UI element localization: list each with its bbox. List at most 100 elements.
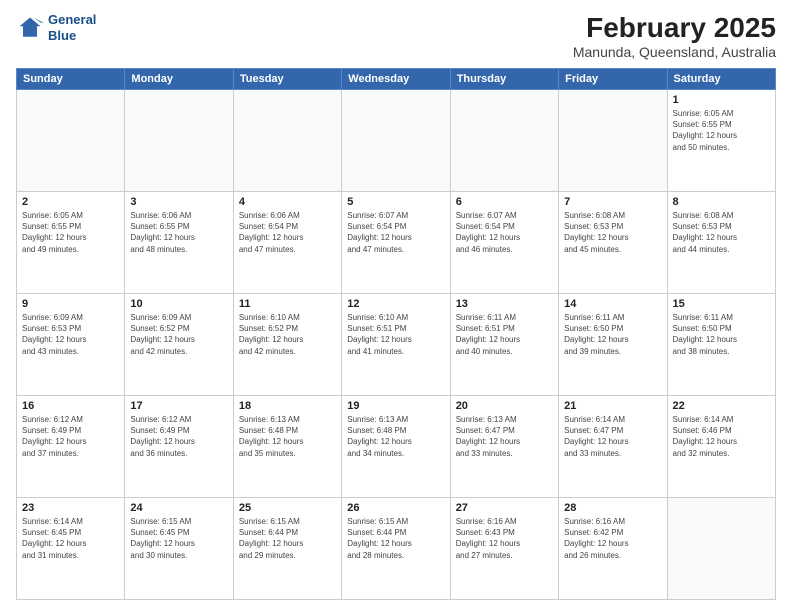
day-number: 11 — [239, 298, 336, 310]
calendar-cell: 22 Sunrise: 6:14 AM Sunset: 6:46 PM Dayli… — [667, 396, 775, 498]
day-number: 18 — [239, 400, 336, 412]
calendar-cell: 14Sunrise: 6:11 AM Sunset: 6:50 PM Dayli… — [559, 294, 667, 396]
calendar-cell: 27 Sunrise: 6:16 AM Sunset: 6:43 PM Dayli… — [450, 498, 558, 600]
day-number: 1 — [673, 94, 770, 106]
calendar-cell: 19 Sunrise: 6:13 AM Sunset: 6:48 PM Dayli… — [342, 396, 450, 498]
calendar-cell: 3 Sunrise: 6:06 AM Sunset: 6:55 PM Daylig… — [125, 192, 233, 294]
header: General Blue February 2025 Manunda, Quee… — [16, 12, 776, 60]
calendar-header-thursday: Thursday — [450, 69, 558, 90]
calendar-header-row: SundayMondayTuesdayWednesdayThursdayFrid… — [17, 69, 776, 90]
day-info: Sunrise: 6:14 AM Sunset: 6:45 PM Dayligh… — [22, 516, 119, 561]
title-block: February 2025 Manunda, Queensland, Austr… — [573, 12, 776, 60]
calendar-cell: 12 Sunrise: 6:10 AM Sunset: 6:51 PM Dayli… — [342, 294, 450, 396]
day-info: Sunrise: 6:09 AM Sunset: 6:52 PM Dayligh… — [130, 312, 227, 357]
calendar-cell: 10Sunrise: 6:09 AM Sunset: 6:52 PM Dayli… — [125, 294, 233, 396]
calendar-cell: 9 Sunrise: 6:09 AM Sunset: 6:53 PM Daylig… — [17, 294, 125, 396]
logo: General Blue — [16, 12, 96, 43]
day-info: Sunrise: 6:06 AM Sunset: 6:54 PM Dayligh… — [239, 210, 336, 255]
day-info: Sunrise: 6:10 AM Sunset: 6:52 PM Dayligh… — [239, 312, 336, 357]
day-number: 28 — [564, 502, 661, 514]
day-info: Sunrise: 6:12 AM Sunset: 6:49 PM Dayligh… — [22, 414, 119, 459]
calendar-cell: 11 Sunrise: 6:10 AM Sunset: 6:52 PM Dayli… — [233, 294, 341, 396]
day-number: 17 — [130, 400, 227, 412]
calendar-cell: 13 Sunrise: 6:11 AM Sunset: 6:51 PM Dayli… — [450, 294, 558, 396]
calendar-cell — [450, 90, 558, 192]
calendar-week-4: 23Sunrise: 6:14 AM Sunset: 6:45 PM Dayli… — [17, 498, 776, 600]
page: General Blue February 2025 Manunda, Quee… — [0, 0, 792, 612]
day-info: Sunrise: 6:11 AM Sunset: 6:50 PM Dayligh… — [673, 312, 770, 357]
day-number: 7 — [564, 196, 661, 208]
day-info: Sunrise: 6:15 AM Sunset: 6:45 PM Dayligh… — [130, 516, 227, 561]
day-number: 8 — [673, 196, 770, 208]
day-number: 9 — [22, 298, 119, 310]
day-info: Sunrise: 6:07 AM Sunset: 6:54 PM Dayligh… — [347, 210, 444, 255]
day-number: 27 — [456, 502, 553, 514]
day-info: Sunrise: 6:16 AM Sunset: 6:42 PM Dayligh… — [564, 516, 661, 561]
day-number: 5 — [347, 196, 444, 208]
day-number: 16 — [22, 400, 119, 412]
calendar-week-2: 9 Sunrise: 6:09 AM Sunset: 6:53 PM Daylig… — [17, 294, 776, 396]
calendar-cell: 17 Sunrise: 6:12 AM Sunset: 6:49 PM Dayli… — [125, 396, 233, 498]
day-info: Sunrise: 6:14 AM Sunset: 6:46 PM Dayligh… — [673, 414, 770, 459]
calendar-cell: 2 Sunrise: 6:05 AM Sunset: 6:55 PM Daylig… — [17, 192, 125, 294]
day-number: 6 — [456, 196, 553, 208]
day-number: 15 — [673, 298, 770, 310]
calendar-table: SundayMondayTuesdayWednesdayThursdayFrid… — [16, 68, 776, 600]
day-number: 3 — [130, 196, 227, 208]
day-number: 25 — [239, 502, 336, 514]
day-info: Sunrise: 6:06 AM Sunset: 6:55 PM Dayligh… — [130, 210, 227, 255]
day-number: 20 — [456, 400, 553, 412]
calendar-cell: 7 Sunrise: 6:08 AM Sunset: 6:53 PM Daylig… — [559, 192, 667, 294]
day-info: Sunrise: 6:12 AM Sunset: 6:49 PM Dayligh… — [130, 414, 227, 459]
day-info: Sunrise: 6:10 AM Sunset: 6:51 PM Dayligh… — [347, 312, 444, 357]
calendar-header-tuesday: Tuesday — [233, 69, 341, 90]
calendar-cell — [17, 90, 125, 192]
day-info: Sunrise: 6:15 AM Sunset: 6:44 PM Dayligh… — [239, 516, 336, 561]
calendar-cell — [667, 498, 775, 600]
calendar-cell: 8 Sunrise: 6:08 AM Sunset: 6:53 PM Daylig… — [667, 192, 775, 294]
calendar-cell: 20 Sunrise: 6:13 AM Sunset: 6:47 PM Dayli… — [450, 396, 558, 498]
calendar-cell — [559, 90, 667, 192]
day-info: Sunrise: 6:07 AM Sunset: 6:54 PM Dayligh… — [456, 210, 553, 255]
day-info: Sunrise: 6:08 AM Sunset: 6:53 PM Dayligh… — [564, 210, 661, 255]
day-info: Sunrise: 6:05 AM Sunset: 6:55 PM Dayligh… — [673, 108, 770, 153]
day-number: 26 — [347, 502, 444, 514]
day-info: Sunrise: 6:13 AM Sunset: 6:48 PM Dayligh… — [347, 414, 444, 459]
calendar-cell: 16 Sunrise: 6:12 AM Sunset: 6:49 PM Dayli… — [17, 396, 125, 498]
day-number: 22 — [673, 400, 770, 412]
day-info: Sunrise: 6:09 AM Sunset: 6:53 PM Dayligh… — [22, 312, 119, 357]
day-number: 4 — [239, 196, 336, 208]
calendar-header-friday: Friday — [559, 69, 667, 90]
day-number: 12 — [347, 298, 444, 310]
day-info: Sunrise: 6:11 AM Sunset: 6:51 PM Dayligh… — [456, 312, 553, 357]
day-info: Sunrise: 6:11 AM Sunset: 6:50 PM Dayligh… — [564, 312, 661, 357]
calendar-cell: 4 Sunrise: 6:06 AM Sunset: 6:54 PM Daylig… — [233, 192, 341, 294]
calendar-week-1: 2 Sunrise: 6:05 AM Sunset: 6:55 PM Daylig… — [17, 192, 776, 294]
calendar-week-3: 16 Sunrise: 6:12 AM Sunset: 6:49 PM Dayli… — [17, 396, 776, 498]
day-info: Sunrise: 6:16 AM Sunset: 6:43 PM Dayligh… — [456, 516, 553, 561]
calendar-cell: 21 Sunrise: 6:14 AM Sunset: 6:47 PM Dayli… — [559, 396, 667, 498]
day-info: Sunrise: 6:13 AM Sunset: 6:47 PM Dayligh… — [456, 414, 553, 459]
calendar-cell: 28 Sunrise: 6:16 AM Sunset: 6:42 PM Dayli… — [559, 498, 667, 600]
day-number: 21 — [564, 400, 661, 412]
day-number: 2 — [22, 196, 119, 208]
calendar-cell: 26Sunrise: 6:15 AM Sunset: 6:44 PM Dayli… — [342, 498, 450, 600]
calendar-header-wednesday: Wednesday — [342, 69, 450, 90]
day-number: 19 — [347, 400, 444, 412]
main-title: February 2025 — [573, 12, 776, 44]
logo-text: General Blue — [48, 12, 96, 43]
calendar-cell: 23Sunrise: 6:14 AM Sunset: 6:45 PM Dayli… — [17, 498, 125, 600]
calendar-cell: 24 Sunrise: 6:15 AM Sunset: 6:45 PM Dayli… — [125, 498, 233, 600]
calendar-cell: 6 Sunrise: 6:07 AM Sunset: 6:54 PM Daylig… — [450, 192, 558, 294]
calendar-cell: 5 Sunrise: 6:07 AM Sunset: 6:54 PM Daylig… — [342, 192, 450, 294]
day-info: Sunrise: 6:08 AM Sunset: 6:53 PM Dayligh… — [673, 210, 770, 255]
calendar-header-sunday: Sunday — [17, 69, 125, 90]
day-info: Sunrise: 6:05 AM Sunset: 6:55 PM Dayligh… — [22, 210, 119, 255]
day-number: 13 — [456, 298, 553, 310]
calendar-header-monday: Monday — [125, 69, 233, 90]
day-info: Sunrise: 6:14 AM Sunset: 6:47 PM Dayligh… — [564, 414, 661, 459]
calendar-cell — [342, 90, 450, 192]
calendar-cell — [233, 90, 341, 192]
calendar-cell: 25 Sunrise: 6:15 AM Sunset: 6:44 PM Dayli… — [233, 498, 341, 600]
day-number: 24 — [130, 502, 227, 514]
